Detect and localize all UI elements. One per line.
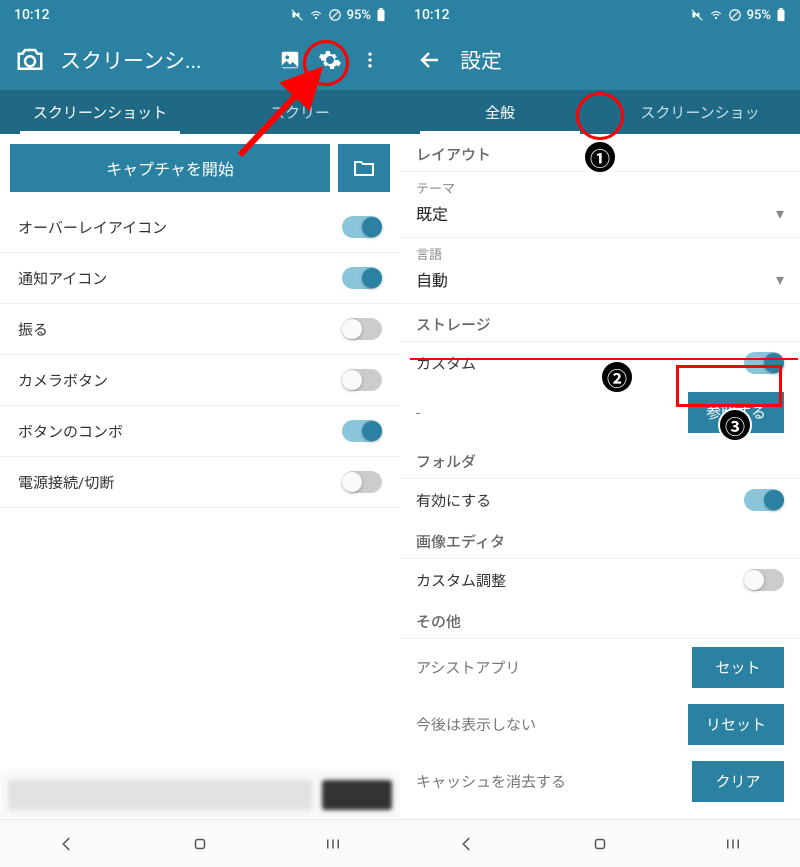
toggle-shake[interactable] [342,318,382,340]
ad-banner[interactable] [0,771,400,819]
nav-home-r[interactable] [570,835,630,853]
status-bar: 10:12 95% [0,0,400,30]
nav-back[interactable] [37,835,97,853]
assist-row: アシストアプリ セット [400,639,800,696]
wifi-icon [309,8,323,22]
cache-row: キャッシュを消去する クリア [400,753,800,810]
clear-button[interactable]: クリア [692,761,784,802]
storage-path-row: - 参照する [400,384,800,441]
nav-recents-r[interactable] [703,835,763,853]
toggle-camera-button[interactable] [342,369,382,391]
setting-button-combo[interactable]: ボタンのコンボ [0,406,400,457]
section-folder: フォルダ [400,441,800,479]
clock: 10:12 [14,7,50,23]
section-storage: ストレージ [400,304,800,342]
lang-row[interactable]: 自動 ▾ [400,263,800,304]
set-button[interactable]: セット [692,647,784,688]
setting-overlay-icon[interactable]: オーバーレイアイコン [0,202,400,253]
section-other: その他 [400,601,800,639]
mute-icon [690,8,704,22]
left-phone: 10:12 95% スクリーンシ... [0,0,400,867]
toggle-power[interactable] [342,471,382,493]
tab-bar-r: 全般 スクリーンショッ [400,90,800,134]
theme-label: テーマ [400,172,800,197]
setting-camera-button[interactable]: カメラボタン [0,355,400,406]
section-layout: レイアウト [400,134,800,172]
right-phone: 10:12 95% 設定 全般 スクリーンショッ レイアウト テーマ 既定 [400,0,800,867]
capture-button[interactable]: キャプチャを開始 [10,144,330,192]
gear-icon[interactable] [310,40,350,80]
chevron-down-icon: ▾ [776,204,784,223]
nav-recents[interactable] [303,835,363,853]
lang-label: 言語 [400,238,800,263]
chevron-down-icon: ▾ [776,270,784,289]
status-bar-r: 10:12 95% [400,0,800,30]
wifi-icon [709,8,723,22]
status-icons-r: 95% [690,8,786,23]
noshow-row: 今後は表示しない リセット [400,696,800,753]
toggle-notification[interactable] [342,267,382,289]
clock-r: 10:12 [414,7,450,23]
no-sim-icon [728,8,742,22]
tab-screenshot-r[interactable]: スクリーンショッ [600,90,800,134]
left-content: キャプチャを開始 オーバーレイアイコン 通知アイコン 振る カメラボタン [0,134,400,771]
tab-screenshot[interactable]: スクリーンショット [0,90,200,134]
folder-button[interactable] [338,144,390,192]
tab-general[interactable]: 全般 [400,90,600,134]
battery-icon [776,8,786,22]
toggle-overlay[interactable] [342,216,382,238]
setting-notification-icon[interactable]: 通知アイコン [0,253,400,304]
setting-power-connect[interactable]: 電源接続/切断 [0,457,400,508]
toggle-storage-custom[interactable] [744,352,784,374]
tab-bar: スクリーンショット スクリー [0,90,400,134]
app-bar-r: 設定 [400,30,800,90]
storage-custom-row[interactable]: カスタム [400,342,800,384]
system-nav-r [400,819,800,867]
settings-title: 設定 [460,45,790,75]
theme-row[interactable]: 既定 ▾ [400,197,800,238]
camera-icon [10,40,50,80]
reset-button[interactable]: リセット [688,704,784,745]
gallery-icon[interactable] [270,40,310,80]
toggle-editor-custom[interactable] [744,569,784,591]
browse-button[interactable]: 参照する [688,392,784,433]
system-nav [0,819,400,867]
app-title: スクリーンシ... [60,45,270,75]
overflow-icon[interactable] [350,40,390,80]
section-editor: 画像エディタ [400,521,800,559]
mute-icon [290,8,304,22]
toggle-button-combo[interactable] [342,420,382,442]
battery-text-r: 95% [747,8,771,23]
setting-shake[interactable]: 振る [0,304,400,355]
battery-text: 95% [347,8,371,23]
back-icon[interactable] [410,40,450,80]
folder-enable-row[interactable]: 有効にする [400,479,800,521]
app-bar: スクリーンシ... [0,30,400,90]
battery-icon [376,8,386,22]
nav-back-r[interactable] [437,835,497,853]
no-sim-icon [328,8,342,22]
editor-custom-row[interactable]: カスタム調整 [400,559,800,601]
nav-home[interactable] [170,835,230,853]
toggle-folder-enable[interactable] [744,489,784,511]
tab-screen-rec[interactable]: スクリー [200,90,400,134]
status-icons: 95% [290,8,386,23]
right-content: レイアウト テーマ 既定 ▾ 言語 自動 ▾ ストレージ カスタム - 参照する… [400,134,800,819]
